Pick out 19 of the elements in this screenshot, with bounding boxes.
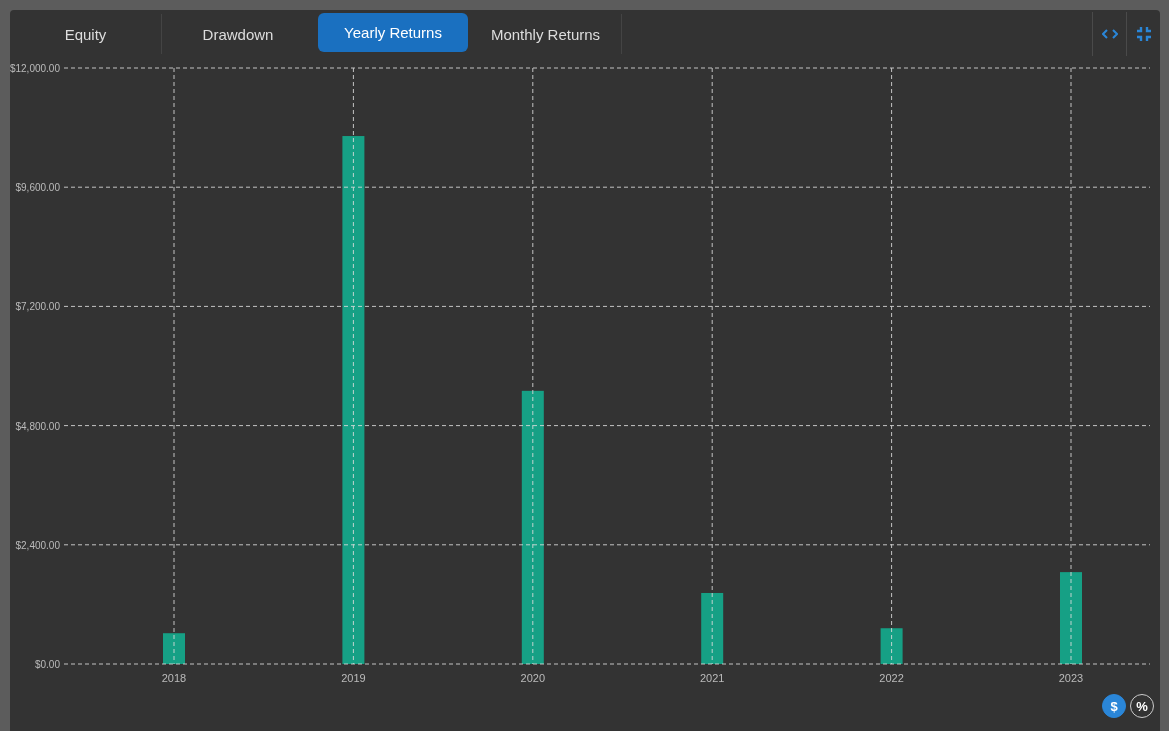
x-axis-label: 2022 xyxy=(879,672,904,684)
y-axis-label: $7,200.00 xyxy=(15,301,60,313)
y-axis-label: $2,400.00 xyxy=(15,539,60,551)
x-axis-label: 2019 xyxy=(341,672,366,684)
y-axis-label: $12,000.00 xyxy=(10,63,60,74)
unit-toggle[interactable]: $ xyxy=(1102,694,1126,718)
tab[interactable]: Equity xyxy=(10,14,162,54)
collapse-icon xyxy=(1136,27,1151,41)
tab[interactable]: Yearly Returns xyxy=(318,13,468,52)
y-axis-label: $9,600.00 xyxy=(15,182,60,194)
code-icon xyxy=(1101,29,1118,39)
x-axis-label: 2020 xyxy=(520,672,546,684)
x-axis-label: 2023 xyxy=(1058,672,1084,684)
y-axis-label: $4,800.00 xyxy=(15,420,60,432)
x-axis-label: 2021 xyxy=(699,672,725,684)
tab[interactable]: Drawdown xyxy=(162,14,314,54)
x-axis-label: 2018 xyxy=(161,672,187,684)
y-axis-label: $0.00 xyxy=(34,659,60,670)
tab[interactable]: Monthly Returns xyxy=(470,14,622,54)
